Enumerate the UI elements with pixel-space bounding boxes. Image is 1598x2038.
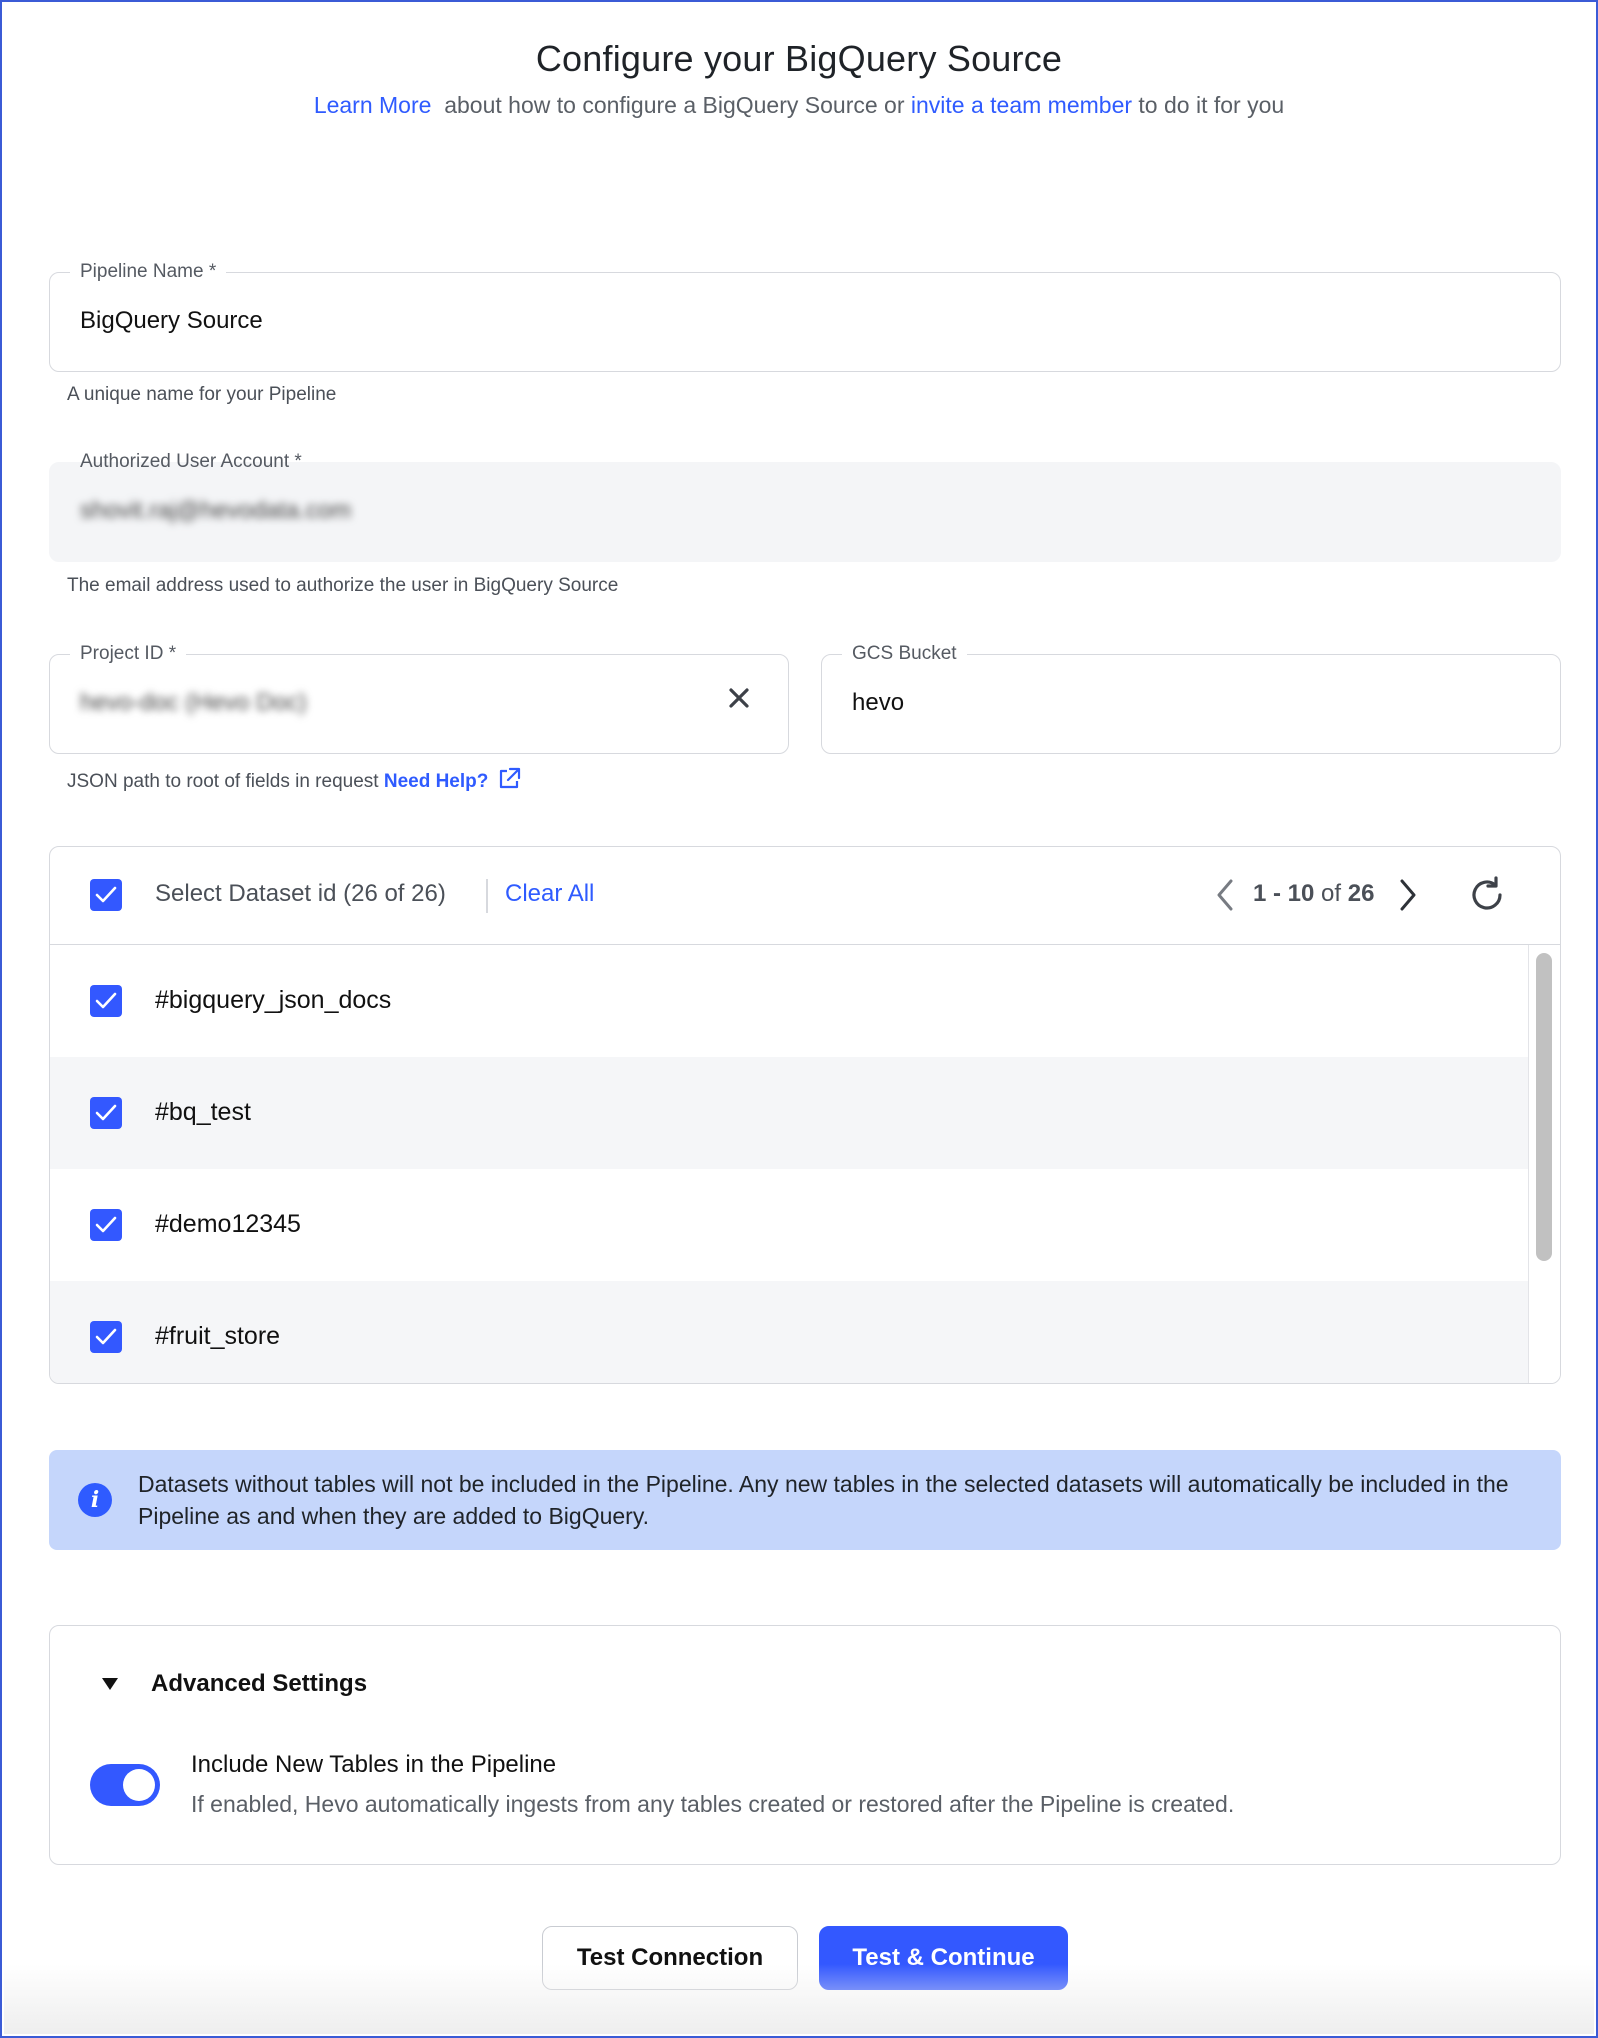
test-connection-button[interactable]: Test Connection <box>542 1926 798 1990</box>
need-help-link[interactable]: Need Help? <box>384 771 489 792</box>
project-id-field[interactable]: Project ID * hevo-doc (Hevo Doc) <box>49 643 789 754</box>
learn-more-link[interactable]: Learn More <box>314 92 432 118</box>
pipeline-name-label: Pipeline Name * <box>70 261 227 283</box>
list-item[interactable]: #fruit_store <box>50 1281 1530 1383</box>
close-icon[interactable] <box>726 685 752 711</box>
gcs-bucket-label: GCS Bucket <box>842 643 967 665</box>
toggle-knob <box>123 1769 155 1801</box>
chevron-left-icon[interactable] <box>1213 877 1237 913</box>
info-icon: i <box>78 1483 112 1517</box>
pipeline-name-hint: A unique name for your Pipeline <box>67 384 337 405</box>
info-banner-text: Datasets without tables will not be incl… <box>138 1471 1509 1529</box>
dataset-name: #fruit_store <box>155 1322 281 1350</box>
dataset-checkbox[interactable] <box>90 1321 122 1353</box>
dataset-selection-title: Select Dataset id (26 of 26) <box>155 880 446 907</box>
authorized-user-hint: The email address used to authorize the … <box>67 575 619 596</box>
dataset-list-scrollbar[interactable] <box>1528 945 1560 1383</box>
json-path-hint-text: JSON path to root of fields in request <box>67 771 379 792</box>
test-and-continue-button[interactable]: Test & Continue <box>819 1926 1068 1990</box>
checkmark-icon <box>95 992 117 1009</box>
pagination-range: 1 - 10 <box>1253 880 1315 907</box>
page-header: Configure your BigQuery Source Learn Mor… <box>2 38 1596 119</box>
invite-team-member-link[interactable]: invite a team member <box>911 92 1132 118</box>
project-id-select[interactable]: hevo-doc (Hevo Doc) <box>80 689 307 717</box>
authorized-user-field: Authorized User Account * shovit.raj@hev… <box>49 451 1561 562</box>
list-item[interactable]: #bq_test <box>50 1057 1530 1169</box>
refresh-icon[interactable] <box>1467 875 1507 915</box>
json-path-hint: JSON path to root of fields in request N… <box>67 766 522 793</box>
pagination-of: of <box>1321 880 1342 907</box>
checkmark-icon <box>95 1216 117 1233</box>
checkmark-icon <box>95 1104 117 1121</box>
dataset-checkbox[interactable] <box>90 985 122 1017</box>
dataset-name: #bigquery_json_docs <box>155 986 392 1014</box>
checkmark-icon <box>95 886 117 903</box>
dataset-name: #demo12345 <box>155 1210 301 1238</box>
divider <box>486 879 488 913</box>
pipeline-name-field[interactable]: Pipeline Name * BigQuery Source <box>49 261 1561 372</box>
dataset-checkbox[interactable] <box>90 1097 122 1129</box>
gcs-bucket-field[interactable]: GCS Bucket hevo <box>821 643 1561 754</box>
advanced-settings-panel: Advanced Settings Include New Tables in … <box>49 1625 1561 1865</box>
pipeline-name-input[interactable]: BigQuery Source <box>80 307 263 335</box>
caret-down-icon[interactable] <box>100 1676 120 1692</box>
chevron-right-icon[interactable] <box>1396 877 1420 913</box>
project-id-label: Project ID * <box>70 643 187 665</box>
dataset-selector-header: Select Dataset id (26 of 26) Clear All 1… <box>50 847 1560 945</box>
page-title: Configure your BigQuery Source <box>535 38 1063 79</box>
list-item[interactable]: #bigquery_json_docs <box>50 945 1530 1057</box>
bottom-fade <box>4 1964 1594 2034</box>
pagination-total: 26 <box>1347 880 1375 907</box>
select-all-checkbox[interactable] <box>90 879 122 911</box>
dataset-selector: Select Dataset id (26 of 26) Clear All 1… <box>49 846 1561 1384</box>
include-new-tables-description: If enabled, Hevo automatically ingests f… <box>191 1791 1235 1817</box>
info-banner: i Datasets without tables will not be in… <box>49 1450 1561 1550</box>
dataset-list: #bigquery_json_docs #bq_test #demo12345 … <box>50 945 1530 1383</box>
subtitle-end-text: to do it for you <box>1138 92 1285 118</box>
pagination-text: 1 - 10 of 26 <box>1253 880 1374 908</box>
authorized-user-value: shovit.raj@hevodata.com <box>80 497 352 524</box>
authorized-user-label: Authorized User Account * <box>80 451 302 472</box>
page-frame: Configure your BigQuery Source Learn Mor… <box>0 0 1598 2038</box>
include-new-tables-label: Include New Tables in the Pipeline <box>191 1751 557 1778</box>
list-item[interactable]: #demo12345 <box>50 1169 1530 1281</box>
page-subtitle: Learn More about how to configure a BigQ… <box>2 92 1596 119</box>
subtitle-mid-text: about how to configure a BigQuery Source… <box>444 92 905 118</box>
dataset-name: #bq_test <box>155 1098 251 1126</box>
clear-all-button[interactable]: Clear All <box>505 880 594 908</box>
advanced-settings-toggle[interactable]: Advanced Settings <box>151 1670 367 1698</box>
gcs-bucket-input[interactable]: hevo <box>852 689 904 717</box>
checkmark-icon <box>95 1328 117 1345</box>
include-new-tables-toggle[interactable] <box>90 1764 160 1806</box>
dataset-checkbox[interactable] <box>90 1209 122 1241</box>
scrollbar-thumb[interactable] <box>1536 953 1552 1261</box>
external-link-icon[interactable] <box>496 766 522 792</box>
